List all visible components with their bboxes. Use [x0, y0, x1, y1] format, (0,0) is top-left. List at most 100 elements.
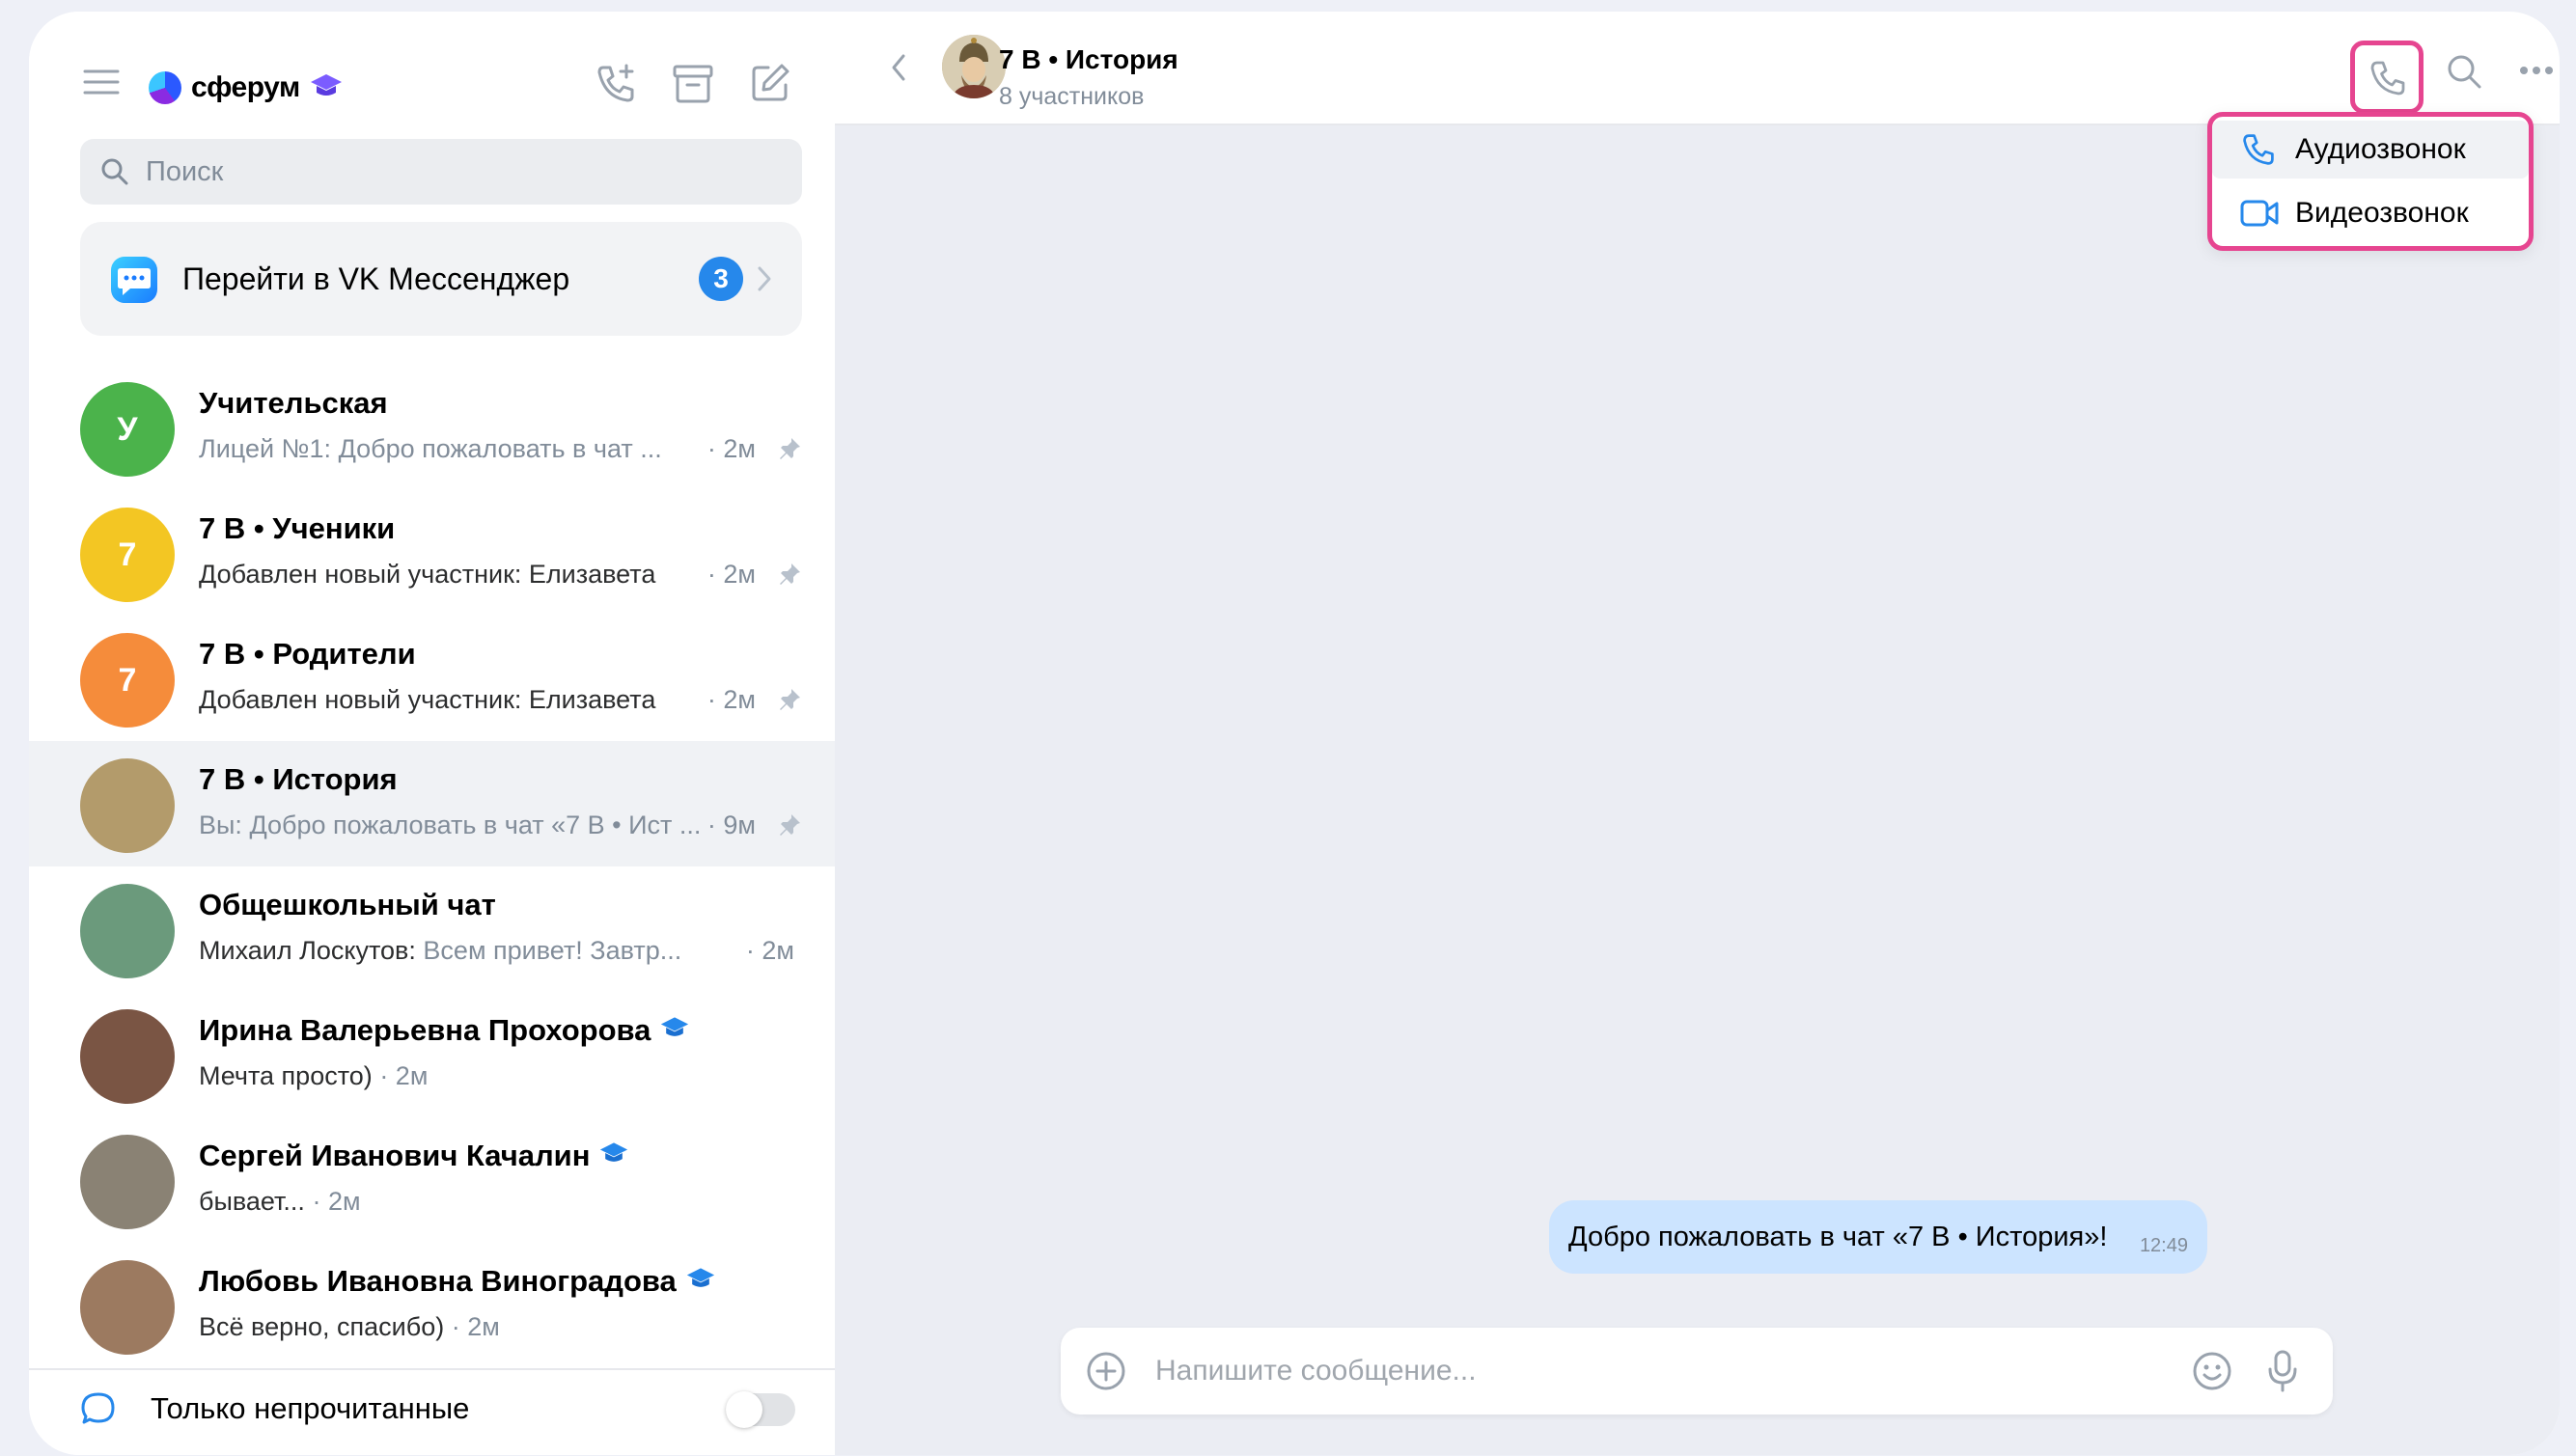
chat-list-preview: Михаил Лоскутов: Всем привет! Завтр... [199, 936, 681, 966]
video-call-label: Видеозвонок [2295, 197, 2469, 229]
chat-list-title-text: Любовь Ивановна Виноградова [199, 1264, 677, 1298]
graduation-cap-icon [310, 72, 343, 104]
logo-mark-icon [149, 71, 181, 104]
chat-avatar [80, 1260, 175, 1355]
chat-list-time: · 2м [745, 936, 794, 965]
chat-list-title-text: Ирина Валерьевна Прохорова [199, 1013, 651, 1047]
preview-text: Всё верно, спасибо) [199, 1312, 445, 1341]
chat-list-item[interactable]: Ирина Валерьевна Прохорова Мечта просто) … [29, 992, 835, 1117]
vk-banner-label: Перейти в VK Мессенджер [182, 261, 570, 296]
preview-sender: Лицей №1: [199, 434, 332, 463]
search-chat-icon[interactable] [2445, 52, 2483, 91]
chat-header: 7 В • История 8 участников [835, 12, 2560, 125]
preview-time: · 2м [312, 1187, 361, 1216]
chat-avatar [80, 884, 175, 978]
chat-avatar [80, 1009, 175, 1104]
app-window: сферум Поиск Перейти в VK Мессенджер 3 У… [29, 12, 2560, 1455]
preview-sender: Вы: [199, 810, 242, 839]
avatar-letter: 7 [118, 661, 137, 699]
preview-text: Добавлен новый участник: Елизавета [199, 560, 656, 589]
audio-call-item[interactable]: Аудиозвонок [2212, 121, 2529, 179]
message-bubble[interactable]: Добро пожаловать в чат «7 В • История»! … [1549, 1200, 2207, 1274]
teacher-verified-icon [660, 1013, 689, 1048]
sidebar-toolbar: сферум [29, 12, 835, 147]
phone-icon [2241, 132, 2276, 167]
video-camera-icon [2239, 198, 2280, 229]
chat-list-title: Общешкольный чат [199, 888, 496, 922]
chat-list-preview: Всё верно, спасибо) · 2м [199, 1312, 500, 1342]
message-input[interactable]: Напишите сообщение... [1155, 1328, 1477, 1415]
chat-list-title: 7 В • Ученики [199, 511, 395, 546]
chat-list-title: Ирина Валерьевна Прохорова [199, 1013, 689, 1048]
chat-list-title: Любовь Ивановна Виноградова [199, 1264, 715, 1299]
chat-list-title-text: Сергей Иванович Качалин [199, 1139, 591, 1172]
preview-text: Добро пожаловать в чат «7 В • Ист ... [249, 810, 702, 839]
chat-list-time: · 2м [706, 685, 756, 714]
unread-only-toggle[interactable] [726, 1391, 795, 1428]
chat-list-preview: Лицей №1: Добро пожаловать в чат ... [199, 434, 662, 464]
chevron-right-icon [756, 264, 773, 293]
vk-messenger-icon [109, 255, 159, 305]
preview-text: Добавлен новый участник: Елизавета [199, 685, 656, 714]
chat-list-preview: бывает... · 2м [199, 1187, 361, 1217]
chat-view: 7 В • История 8 участников Аудиозвонок В… [835, 12, 2560, 1455]
chat-list-title: Учительская [199, 386, 388, 421]
chat-list-time: · 2м [706, 560, 756, 589]
emoji-icon[interactable] [2192, 1351, 2232, 1391]
call-button[interactable] [2350, 41, 2424, 114]
chat-list-item[interactable]: Сергей Иванович Качалин бывает... · 2м [29, 1117, 835, 1243]
chat-list-title: Сергей Иванович Качалин [199, 1139, 628, 1173]
more-icon[interactable] [2519, 66, 2554, 75]
chat-avatar [80, 758, 175, 853]
message-composer: Напишите сообщение... [1061, 1328, 2333, 1415]
preview-text: бывает... [199, 1187, 305, 1216]
chat-list-item[interactable]: 7 7 В • Ученики Добавлен новый участник: Е… [29, 490, 835, 616]
new-call-icon[interactable] [594, 62, 638, 106]
chat-list-title-text: 7 В • Ученики [199, 511, 396, 545]
compose-icon[interactable] [749, 62, 791, 104]
vk-messenger-banner[interactable]: Перейти в VK Мессенджер 3 [80, 222, 802, 336]
pin-icon [777, 562, 802, 591]
pin-icon [777, 687, 802, 717]
chat-avatar[interactable] [942, 35, 1006, 98]
chat-avatar: 7 [80, 508, 175, 602]
chat-list-preview: Мечта просто) · 2м [199, 1061, 428, 1091]
unread-filter-bar: Только непрочитанные [29, 1368, 835, 1455]
chat-list-title: 7 В • Родители [199, 637, 416, 672]
chat-list-time: · 9м [706, 810, 756, 839]
search-input[interactable]: Поиск [80, 139, 802, 205]
chat-list-item[interactable]: У Учительская Лицей №1: Добро пожаловать в… [29, 365, 835, 490]
archive-icon[interactable] [672, 64, 714, 104]
chat-list: У Учительская Лицей №1: Добро пожаловать в… [29, 365, 835, 1368]
back-chevron-icon[interactable] [889, 52, 908, 83]
chat-avatar [80, 1135, 175, 1229]
menu-icon[interactable] [83, 68, 120, 96]
avatar-letter: 7 [118, 536, 137, 573]
chat-member-count: 8 участников [999, 83, 1145, 110]
pin-icon [777, 812, 802, 842]
audio-call-label: Аудиозвонок [2295, 133, 2466, 165]
chat-list-title-text: Учительская [199, 386, 388, 420]
chat-list-item[interactable]: 7 7 В • Родители Добавлен новый участник: … [29, 616, 835, 741]
avatar-letter: У [117, 410, 138, 448]
preview-sender: Михаил Лоскутов: [199, 936, 416, 965]
search-placeholder: Поиск [146, 156, 224, 187]
preview-time: · 2м [451, 1312, 500, 1341]
attach-plus-icon[interactable] [1086, 1351, 1126, 1391]
chat-list-item[interactable]: 7 В • История Вы: Добро пожаловать в чат … [29, 741, 835, 866]
chat-list-time: · 2м [706, 434, 756, 463]
chat-list-title-text: 7 В • История [199, 762, 398, 796]
unread-filter-label: Только непрочитанные [151, 1391, 470, 1425]
chat-list-item[interactable]: Общешкольный чат Михаил Лоскутов: Всем пр… [29, 866, 835, 992]
chat-list-preview: Добавлен новый участник: Елизавета [199, 560, 655, 590]
message-text: Добро пожаловать в чат «7 В • История»! [1568, 1222, 2108, 1252]
preview-text: Всем привет! Завтр... [423, 936, 682, 965]
preview-text: Мечта просто) [199, 1061, 373, 1090]
chat-avatar: У [80, 382, 175, 477]
video-call-item[interactable]: Видеозвонок [2212, 184, 2529, 242]
teacher-verified-icon [686, 1264, 715, 1299]
microphone-icon[interactable] [2267, 1349, 2298, 1393]
preview-time: · 2м [379, 1061, 429, 1090]
chat-avatar: 7 [80, 633, 175, 728]
chat-list-item[interactable]: Любовь Ивановна Виноградова Всё верно, сп… [29, 1243, 835, 1368]
